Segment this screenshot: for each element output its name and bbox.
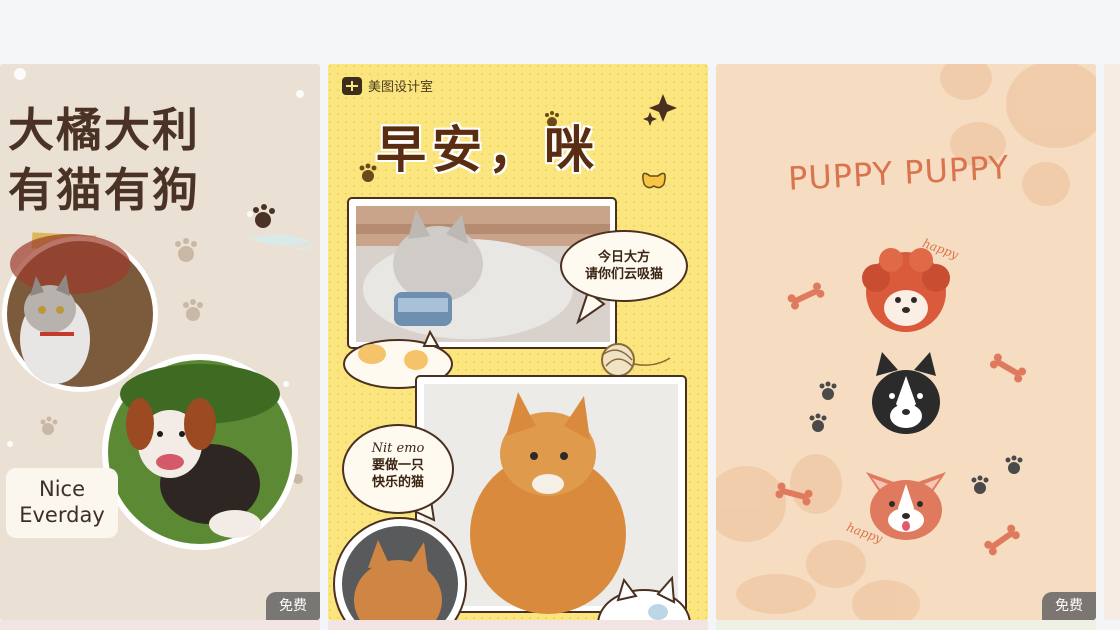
bubble1-line: 今日大方 xyxy=(597,250,650,265)
free-badge: 免费 xyxy=(1042,592,1096,620)
template-card-cat-dog[interactable]: 大橘大利 有猫有狗 Nice Everday 免费 xyxy=(0,64,320,620)
card1-title: 大橘大利 有猫有狗 xyxy=(8,100,200,220)
card2-title: 早安，咪 xyxy=(376,121,600,179)
top-bar xyxy=(0,0,1120,64)
template-card-morning-cat[interactable]: 美图设计室 早安，咪 今日大方 请你们云吸猫 Nit emo 要做一只 快乐的猫 xyxy=(328,64,708,620)
speech-bubble-1: 今日大方 请你们云吸猫 xyxy=(560,230,688,302)
free-badge: 免费 xyxy=(266,592,320,620)
card1-title-line: 有猫有狗 xyxy=(8,163,200,217)
template-card-puppy[interactable]: PUPPY PUPPY happy happy 免费 xyxy=(716,64,1096,620)
card1-title-line: 大橘大利 xyxy=(8,103,200,157)
brand-logo: 美图设计室 xyxy=(342,76,433,95)
brand-logo-icon xyxy=(342,76,362,95)
card1-caption-line: Everday xyxy=(19,503,105,527)
card3-background-art xyxy=(716,64,1096,620)
card1-caption: Nice Everday xyxy=(6,468,118,538)
brand-name: 美图设计室 xyxy=(368,80,434,95)
card1-caption-line: Nice xyxy=(38,477,85,501)
speech-bubble-2: Nit emo 要做一只 快乐的猫 xyxy=(342,424,454,514)
bubble2-line: 要做一只 xyxy=(371,458,424,473)
next-card-edge xyxy=(0,620,320,630)
bubble1-line: 请你们云吸猫 xyxy=(584,267,663,282)
next-card-edge xyxy=(716,620,1096,630)
next-card-edge xyxy=(328,620,708,630)
partial-card-edge[interactable] xyxy=(1104,64,1120,620)
bubble2-line: 快乐的猫 xyxy=(371,475,424,490)
bubble2-line: Nit emo xyxy=(371,441,425,456)
